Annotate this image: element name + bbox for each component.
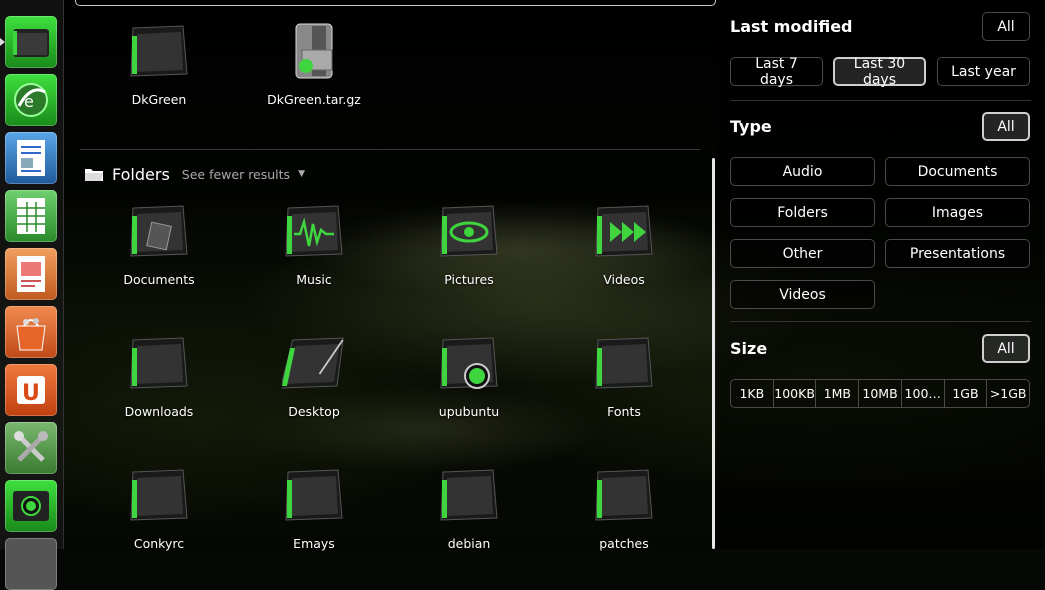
category-title: Folders bbox=[112, 164, 170, 184]
launcher-item-browser[interactable]: e bbox=[5, 74, 57, 126]
u-icon: U bbox=[17, 376, 45, 406]
folder-label: Videos bbox=[603, 272, 645, 287]
folder-icon bbox=[592, 466, 656, 530]
folder-icon bbox=[282, 466, 346, 530]
filter-separator bbox=[730, 321, 1031, 322]
folder-item-fonts[interactable]: Fonts bbox=[549, 334, 699, 419]
folder-item-conkyrc[interactable]: Conkyrc bbox=[84, 466, 234, 551]
ubuntu-folder-icon bbox=[437, 334, 501, 398]
section-divider bbox=[80, 149, 700, 150]
music-folder-icon bbox=[282, 202, 346, 266]
file-label: DkGreen bbox=[131, 92, 187, 107]
launcher-item-writer[interactable] bbox=[5, 132, 57, 184]
last-modified-title: Last modified bbox=[730, 17, 853, 36]
see-fewer-results-link[interactable]: See fewer results bbox=[182, 167, 290, 182]
size-1gb-option[interactable]: 1GB bbox=[945, 380, 988, 407]
folder-item-pictures[interactable]: Pictures bbox=[394, 202, 544, 287]
folder-open-icon bbox=[85, 169, 103, 181]
type-documents-button[interactable]: Documents bbox=[885, 157, 1030, 186]
size-1kb-option[interactable]: 1KB bbox=[731, 380, 774, 407]
launcher-item-camera[interactable] bbox=[5, 480, 57, 532]
filter-separator bbox=[730, 100, 1031, 101]
archive-icon bbox=[282, 22, 346, 86]
documents-folder-icon bbox=[127, 202, 191, 266]
launcher-item-partial[interactable] bbox=[5, 538, 57, 590]
folder-label: upubuntu bbox=[438, 404, 500, 419]
launcher-item-files[interactable] bbox=[0, 16, 57, 68]
tools-icon bbox=[14, 431, 48, 462]
type-videos-button[interactable]: Videos bbox=[730, 280, 875, 309]
desktop-folder-icon bbox=[279, 334, 346, 398]
launcher-item-calc[interactable] bbox=[5, 190, 57, 242]
type-title: Type bbox=[730, 117, 772, 136]
folder-item-videos[interactable]: Videos bbox=[549, 202, 699, 287]
folder-item-downloads[interactable]: Downloads bbox=[84, 334, 234, 419]
file-label: DkGreen.tar.gz bbox=[267, 92, 361, 107]
folder-icon bbox=[127, 334, 191, 398]
folder-icon bbox=[592, 334, 656, 398]
launcher-item-ubuntu-one[interactable]: U bbox=[5, 364, 57, 416]
launcher-item-settings[interactable] bbox=[5, 422, 57, 474]
folder-item-documents[interactable]: Documents bbox=[84, 202, 234, 287]
folder-label: Pictures bbox=[444, 272, 494, 287]
folder-label: Fonts bbox=[607, 404, 641, 419]
document-icon bbox=[17, 140, 45, 176]
last-year-button[interactable]: Last year bbox=[937, 57, 1030, 86]
shopping-bag-icon bbox=[16, 318, 46, 351]
type-presentations-button[interactable]: Presentations bbox=[885, 239, 1030, 268]
last-30-days-button[interactable]: Last 30 days bbox=[833, 56, 926, 88]
folder-icon bbox=[13, 29, 49, 57]
folder-item-debian[interactable]: debian bbox=[394, 466, 544, 551]
svg-text:e: e bbox=[24, 92, 34, 111]
type-other-button[interactable]: Other bbox=[730, 239, 875, 268]
last-7-days-button[interactable]: Last 7 days bbox=[730, 56, 823, 88]
type-images-button[interactable]: Images bbox=[885, 198, 1030, 227]
chevron-down-icon[interactable]: ▼ bbox=[298, 169, 305, 179]
videos-folder-icon bbox=[592, 202, 656, 266]
size-title: Size bbox=[730, 339, 768, 358]
size-1mb-option[interactable]: 1MB bbox=[816, 380, 860, 407]
active-indicator bbox=[0, 38, 5, 46]
file-item-dkgreen-tar-gz[interactable]: DkGreen.tar.gz bbox=[239, 22, 389, 107]
folder-item-music[interactable]: Music bbox=[239, 202, 389, 287]
folder-label: Music bbox=[296, 272, 332, 287]
type-all-button[interactable]: All bbox=[982, 112, 1030, 141]
svg-text:U: U bbox=[22, 381, 40, 406]
size-100mb-option[interactable]: 100… bbox=[902, 380, 945, 407]
folder-item-upubuntu[interactable]: upubuntu bbox=[394, 334, 544, 419]
launcher-item-impress[interactable] bbox=[5, 248, 57, 300]
file-item-dkgreen[interactable]: DkGreen bbox=[84, 22, 234, 107]
folder-icon bbox=[127, 22, 191, 86]
folder-icon bbox=[437, 466, 501, 530]
folder-item-desktop[interactable]: Desktop bbox=[239, 334, 389, 419]
folder-label: Documents bbox=[123, 272, 195, 287]
pictures-folder-icon bbox=[437, 202, 501, 266]
size-all-button[interactable]: All bbox=[982, 334, 1030, 363]
folder-label: Downloads bbox=[124, 404, 194, 419]
presentation-icon bbox=[17, 256, 45, 292]
spreadsheet-icon bbox=[17, 198, 45, 234]
type-folders-button[interactable]: Folders bbox=[730, 198, 875, 227]
globe-icon: e bbox=[14, 83, 48, 117]
last-modified-all-button[interactable]: All bbox=[982, 12, 1030, 41]
size-100kb-option[interactable]: 100KB bbox=[774, 380, 817, 407]
launcher-item-software-center[interactable] bbox=[5, 306, 57, 358]
folder-item-emays[interactable]: Emays bbox=[239, 466, 389, 551]
folders-category-header: Folders See fewer results ▼ bbox=[84, 162, 305, 186]
size-segmented-control: 1KB 100KB 1MB 10MB 100… 1GB >1GB bbox=[730, 379, 1030, 408]
folder-item-patches[interactable]: patches bbox=[549, 466, 699, 551]
folder-icon bbox=[127, 466, 191, 530]
type-audio-button[interactable]: Audio bbox=[730, 157, 875, 186]
scrollbar[interactable] bbox=[712, 158, 715, 549]
search-bar[interactable] bbox=[75, 0, 716, 6]
size-over-1gb-option[interactable]: >1GB bbox=[987, 380, 1029, 407]
launcher: e U bbox=[0, 0, 64, 590]
webcam-icon bbox=[13, 491, 49, 521]
filter-panel: Last modified All Last 7 days Last 30 da… bbox=[716, 0, 1045, 549]
size-10mb-option[interactable]: 10MB bbox=[859, 380, 902, 407]
folder-label: Desktop bbox=[288, 404, 340, 419]
